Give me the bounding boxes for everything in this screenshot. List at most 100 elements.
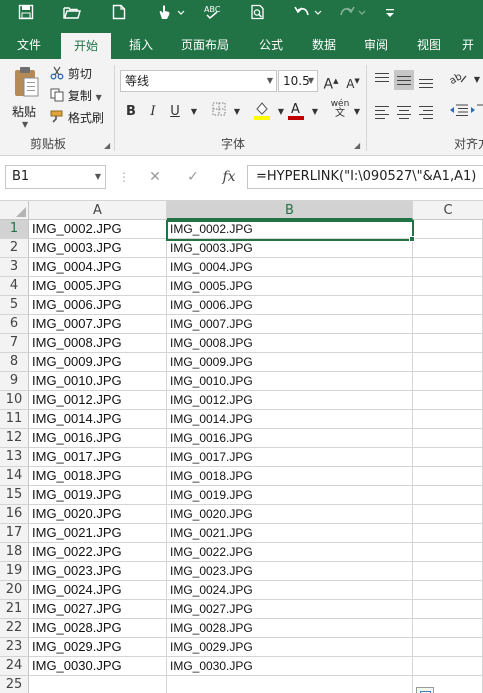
font-launcher-icon[interactable]: ◢ xyxy=(354,141,360,150)
phonetic-button[interactable]: wén 文 xyxy=(330,99,350,119)
align-left-button[interactable] xyxy=(372,102,392,122)
row-header[interactable]: 15 xyxy=(0,486,29,505)
print-preview-icon[interactable] xyxy=(247,4,269,26)
decrease-indent-button[interactable] xyxy=(448,102,470,122)
column-header-c[interactable]: C xyxy=(413,201,483,220)
cell-b[interactable]: IMG_0019.JPG xyxy=(167,486,413,505)
tab-developer[interactable]: 开 xyxy=(462,31,483,59)
cell-b[interactable]: IMG_0024.JPG xyxy=(167,581,413,600)
cell-c[interactable] xyxy=(413,277,483,296)
cell-b[interactable]: IMG_0007.JPG xyxy=(167,315,413,334)
cell-b[interactable]: IMG_0021.JPG xyxy=(167,524,413,543)
cell-a[interactable]: IMG_0017.JPG xyxy=(29,448,167,467)
cell-b[interactable]: IMG_0004.JPG xyxy=(167,258,413,277)
cell-b[interactable]: IMG_0029.JPG xyxy=(167,638,413,657)
cell-b[interactable]: IMG_0023.JPG xyxy=(167,562,413,581)
cell-a[interactable]: IMG_0030.JPG xyxy=(29,657,167,676)
paste-button[interactable]: 粘贴 ▼ xyxy=(8,65,44,135)
font-color-button[interactable]: A xyxy=(286,100,306,120)
row-header[interactable]: 7 xyxy=(0,334,29,353)
align-top-button[interactable] xyxy=(372,70,392,90)
cell-b[interactable]: IMG_0006.JPG xyxy=(167,296,413,315)
row-header[interactable]: 11 xyxy=(0,410,29,429)
worksheet-grid[interactable]: A B C 1 IMG_0002.JPG IMG_0002.JPG 2 IMG_0003… xyxy=(0,201,483,693)
tab-formulas[interactable]: 公式 xyxy=(250,31,292,59)
font-color-dropdown-icon[interactable]: ▼ xyxy=(306,102,324,122)
autofill-options-icon[interactable] xyxy=(416,687,434,693)
row-header[interactable]: 4 xyxy=(0,277,29,296)
cell-a[interactable]: IMG_0007.JPG xyxy=(29,315,167,334)
tab-home[interactable]: 开始 xyxy=(61,33,111,59)
cell-c[interactable] xyxy=(413,486,483,505)
tab-page-layout[interactable]: 页面布局 xyxy=(172,31,238,59)
cell-a[interactable]: IMG_0010.JPG xyxy=(29,372,167,391)
row-header[interactable]: 20 xyxy=(0,581,29,600)
cell-a[interactable]: IMG_0016.JPG xyxy=(29,429,167,448)
redo-icon[interactable] xyxy=(335,4,369,26)
row-header[interactable]: 3 xyxy=(0,258,29,277)
tab-data[interactable]: 数据 xyxy=(303,31,345,59)
row-header[interactable]: 21 xyxy=(0,600,29,619)
formula-bar-grip-icon[interactable]: ⋮ xyxy=(118,165,130,189)
cell-a[interactable]: IMG_0023.JPG xyxy=(29,562,167,581)
fill-handle[interactable] xyxy=(409,236,415,242)
cell-c[interactable] xyxy=(413,220,483,239)
enter-icon[interactable]: ✓ xyxy=(180,165,206,189)
tab-insert[interactable]: 插入 xyxy=(120,31,162,59)
name-box[interactable]: B1 ▼ xyxy=(5,165,106,189)
column-header-a[interactable]: A xyxy=(29,201,167,220)
undo-icon[interactable] xyxy=(291,4,325,26)
row-header[interactable]: 18 xyxy=(0,543,29,562)
row-header[interactable]: 25 xyxy=(0,676,29,693)
row-header[interactable]: 22 xyxy=(0,619,29,638)
row-header[interactable]: 14 xyxy=(0,467,29,486)
customize-icon[interactable] xyxy=(382,4,398,26)
cell-a[interactable]: IMG_0006.JPG xyxy=(29,296,167,315)
cell-c[interactable] xyxy=(413,448,483,467)
cell-a[interactable]: IMG_0008.JPG xyxy=(29,334,167,353)
cell-b[interactable]: IMG_0008.JPG xyxy=(167,334,413,353)
cell-a[interactable]: IMG_0019.JPG xyxy=(29,486,167,505)
cell-c[interactable] xyxy=(413,372,483,391)
clipboard-launcher-icon[interactable]: ◢ xyxy=(104,141,110,150)
phonetic-dropdown-icon[interactable]: ▼ xyxy=(348,102,366,122)
cell-b[interactable]: IMG_0022.JPG xyxy=(167,543,413,562)
cell-a[interactable]: IMG_0020.JPG xyxy=(29,505,167,524)
row-header[interactable]: 24 xyxy=(0,657,29,676)
cell-c[interactable] xyxy=(413,562,483,581)
increase-indent-button[interactable] xyxy=(470,102,483,122)
select-all-button[interactable] xyxy=(0,201,29,220)
cell-b[interactable]: IMG_0030.JPG xyxy=(167,657,413,676)
cell-b[interactable] xyxy=(167,676,413,693)
cell-c[interactable] xyxy=(413,505,483,524)
borders-dropdown-icon[interactable]: ▼ xyxy=(228,102,246,122)
cell-c[interactable] xyxy=(413,410,483,429)
copy-dropdown-icon[interactable]: ▼ xyxy=(96,93,102,102)
underline-dropdown-icon[interactable]: ▼ xyxy=(185,102,203,122)
spelling-icon[interactable]: ABC xyxy=(201,4,223,26)
tab-view[interactable]: 视图 xyxy=(408,31,450,59)
row-header[interactable]: 9 xyxy=(0,372,29,391)
copy-button[interactable]: 复制 ▼ xyxy=(50,86,102,106)
new-file-icon[interactable] xyxy=(107,4,131,26)
cell-a[interactable]: IMG_0014.JPG xyxy=(29,410,167,429)
cell-b[interactable]: IMG_0020.JPG xyxy=(167,505,413,524)
cell-a[interactable]: IMG_0029.JPG xyxy=(29,638,167,657)
shrink-font-button[interactable]: A▼ xyxy=(344,71,362,91)
align-right-button[interactable] xyxy=(416,102,436,122)
cell-c[interactable] xyxy=(413,619,483,638)
cell-a[interactable]: IMG_0005.JPG xyxy=(29,277,167,296)
underline-button[interactable]: U xyxy=(166,102,184,122)
cell-b[interactable]: IMG_0017.JPG xyxy=(167,448,413,467)
cell-c[interactable] xyxy=(413,239,483,258)
cell-a[interactable]: IMG_0028.JPG xyxy=(29,619,167,638)
row-header[interactable]: 2 xyxy=(0,239,29,258)
cell-a[interactable]: IMG_0024.JPG xyxy=(29,581,167,600)
row-header[interactable]: 12 xyxy=(0,429,29,448)
insert-function-icon[interactable]: fx xyxy=(216,165,242,189)
align-center-button[interactable] xyxy=(394,102,414,122)
row-header[interactable]: 23 xyxy=(0,638,29,657)
cell-c[interactable] xyxy=(413,467,483,486)
open-folder-icon[interactable] xyxy=(60,4,84,26)
cell-b[interactable]: IMG_0009.JPG xyxy=(167,353,413,372)
